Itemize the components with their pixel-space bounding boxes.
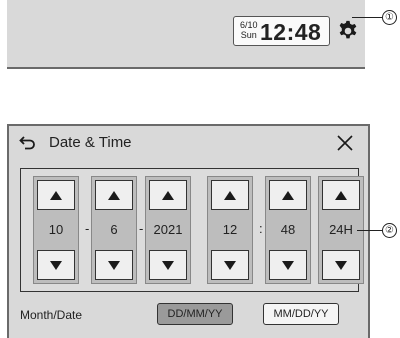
up-arrow-icon xyxy=(282,190,294,200)
clock-display[interactable]: 6/10 Sun 12:48 xyxy=(233,16,330,46)
up-arrow-icon xyxy=(108,190,120,200)
day-picker: 10 xyxy=(33,176,79,284)
up-arrow-icon xyxy=(162,190,174,200)
dialog-title: Date & Time xyxy=(49,134,132,151)
down-arrow-icon xyxy=(282,260,294,270)
day-value: 10 xyxy=(48,222,64,237)
minute-value: 48 xyxy=(280,222,296,237)
day-up-button[interactable] xyxy=(37,180,75,210)
date-separator: - xyxy=(139,221,144,236)
clock-format-up-button[interactable] xyxy=(322,180,360,210)
callout-marker-2: ② xyxy=(382,223,397,238)
clock-format-down-button[interactable] xyxy=(322,250,360,280)
up-arrow-icon xyxy=(50,190,62,200)
year-down-button[interactable] xyxy=(149,250,187,280)
clock-weekday: Sun xyxy=(240,30,257,40)
down-arrow-icon xyxy=(335,260,347,270)
month-date-label: Month/Date xyxy=(20,308,83,322)
clock-time: 12:48 xyxy=(260,19,322,45)
month-down-button[interactable] xyxy=(95,250,133,280)
minute-down-button[interactable] xyxy=(269,250,307,280)
up-arrow-icon xyxy=(335,190,347,200)
date-time-dialog: Date & Time 10 - 6 - 2021 12: 48 24H Mo… xyxy=(7,124,370,338)
up-arrow-icon xyxy=(224,190,236,200)
month-value: 6 xyxy=(110,222,118,237)
gear-icon[interactable] xyxy=(337,20,359,42)
hour-value: 12 xyxy=(222,222,238,237)
down-arrow-icon xyxy=(108,260,120,270)
year-picker: 2021 xyxy=(145,176,191,284)
date-time-picker: 10 - 6 - 2021 12 : 48 24H xyxy=(20,168,364,292)
back-arrow-icon[interactable] xyxy=(19,134,37,150)
down-arrow-icon xyxy=(162,260,174,270)
hour-down-button[interactable] xyxy=(211,250,249,280)
close-icon[interactable] xyxy=(337,135,353,151)
status-bar: 6/10 Sun 12:48 xyxy=(7,0,365,69)
date-separator: - xyxy=(85,221,90,236)
month-picker: 6 xyxy=(91,176,137,284)
callout-marker-1: ① xyxy=(382,10,397,25)
callout-line xyxy=(357,230,382,231)
minute-picker: 48 xyxy=(265,176,311,284)
clock-month-day: 6/10 xyxy=(240,20,258,30)
down-arrow-icon xyxy=(224,260,236,270)
down-arrow-icon xyxy=(50,260,62,270)
day-down-button[interactable] xyxy=(37,250,75,280)
hour-up-button[interactable] xyxy=(211,180,249,210)
format-mm-dd-yy-button[interactable]: MM/DD/YY xyxy=(263,303,339,325)
callout-line xyxy=(352,17,382,18)
dialog-header: Date & Time xyxy=(9,126,368,162)
year-value: 2021 xyxy=(153,222,183,237)
time-separator: : xyxy=(259,221,263,236)
month-up-button[interactable] xyxy=(95,180,133,210)
format-dd-mm-yy-button[interactable]: DD/MM/YY xyxy=(157,303,233,325)
minute-up-button[interactable] xyxy=(269,180,307,210)
year-up-button[interactable] xyxy=(149,180,187,210)
hour-picker: 12 xyxy=(207,176,253,284)
clock-date: 6/10 Sun xyxy=(240,20,258,40)
